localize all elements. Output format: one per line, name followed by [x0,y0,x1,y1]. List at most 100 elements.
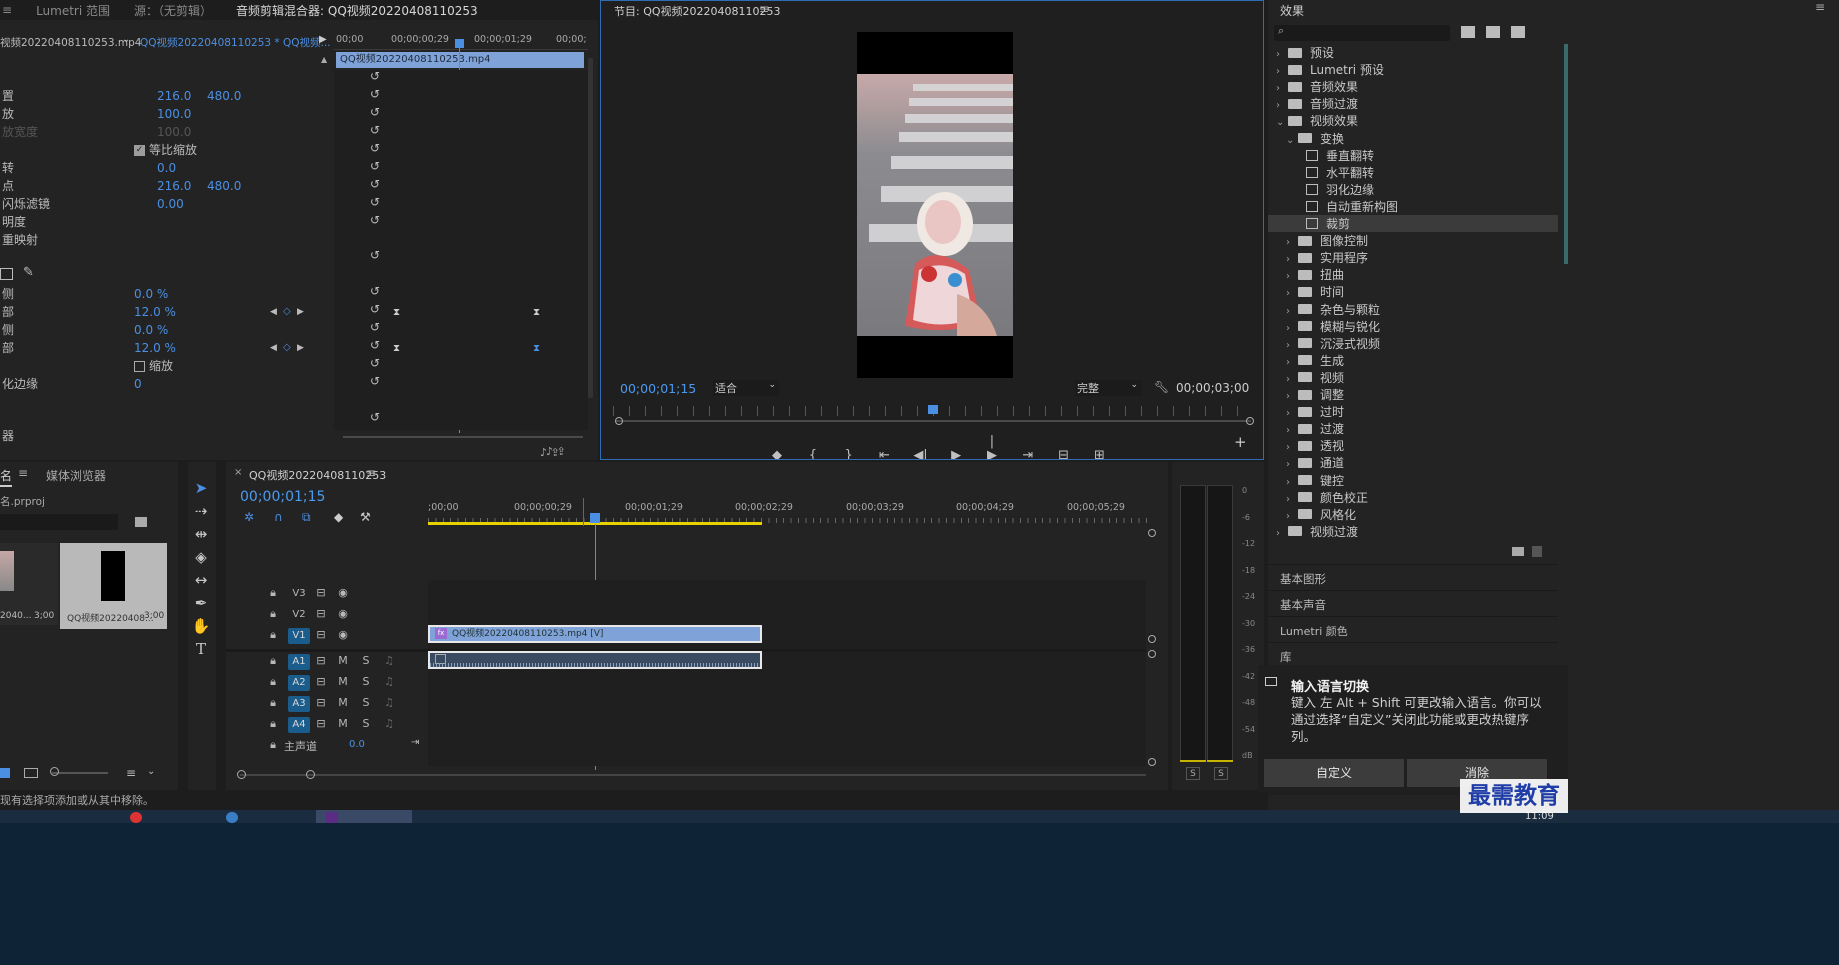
keyframe-marker[interactable]: ⧗ [393,343,400,354]
mute-button[interactable]: M [336,675,350,689]
add-keyframe-icon[interactable]: ◇ [283,302,291,322]
timeline-v-scroll-bottom[interactable] [1148,758,1156,766]
sync-lock-icon[interactable]: ⊟ [314,607,328,621]
track-select-icon[interactable]: ⇢ [188,500,214,522]
zoom-bar[interactable] [616,420,1251,422]
quality-dropdown[interactable]: 完整 ⌄ [1075,380,1141,396]
razor-icon[interactable]: ◈ [188,546,214,568]
keyframe-marker[interactable]: ⧗ [393,307,400,318]
tab-lumetri-scopes[interactable]: Lumetri 范围 [36,2,110,19]
ec-footer-tools[interactable]: ♪ ⇪ [546,445,566,458]
taskbar-app-blue[interactable] [226,812,238,823]
timeline-v-scroll-mid2[interactable] [1148,650,1156,658]
timeline-ruler[interactable]: ;00;00 00;00;00;29 00;00;01;29 00;00;02;… [428,498,1148,525]
effect-folder[interactable]: › 过时 [1268,403,1558,420]
value[interactable]: 100.0 [157,104,191,124]
track-target-a2[interactable]: A2 [288,675,310,691]
effect-folder[interactable]: › 过渡 [1268,420,1558,437]
timeline-v-scroll-top[interactable] [1148,529,1156,537]
track-target-v2[interactable]: V2 [288,607,310,623]
track-target-a3[interactable]: A3 [288,696,310,712]
effect-folder[interactable]: › 视频 [1268,369,1558,386]
next-keyframe-icon[interactable]: ▶ [297,302,304,322]
ec-clip-bar[interactable]: QQ视频20220408110253.mp4 [336,52,584,68]
master-value[interactable]: 0.0 [349,739,365,750]
mute-button[interactable]: M [336,696,350,710]
sort-icon[interactable]: ≡ [126,766,136,780]
effect-folder[interactable]: › 风格化 [1268,506,1558,523]
linked-select-icon[interactable]: ⧉ [302,510,311,525]
effect-folder[interactable]: › 生成 [1268,352,1558,369]
new-bin-icon[interactable] [1512,547,1524,556]
effect-folder[interactable]: › 时间 [1268,283,1558,300]
effect-folder[interactable]: › 杂色与颗粒 [1268,301,1558,318]
effect-folder[interactable]: › 音频效果 [1268,78,1558,95]
timeline-v-scroll-mid[interactable] [1148,635,1156,643]
step-back-icon[interactable]: ◀| [913,449,927,460]
play-icon[interactable]: ▶ [949,449,963,460]
effect-folder[interactable]: › 透视 [1268,437,1558,454]
reset-icon[interactable]: ↺ [370,284,384,298]
program-playhead[interactable] [928,405,938,414]
effect-folder[interactable]: › 通道 [1268,454,1558,471]
reset-icon[interactable]: ↺ [370,248,384,262]
solo-right-button[interactable]: S [1214,767,1228,780]
tab-audio-clip-mixer[interactable]: 音频剪辑混合器: QQ视频20220408110253 [236,2,478,19]
eye-icon[interactable]: ◉ [336,586,350,600]
lock-icon[interactable]: 🔒︎ [266,607,280,621]
value[interactable]: 480.0 [207,176,241,196]
solo-left-button[interactable]: S [1186,767,1200,780]
effect-folder[interactable]: ⌄ 变换 [1268,130,1558,147]
project-search-input[interactable] [0,514,118,530]
effect-item[interactable]: 裁剪 [1268,215,1558,232]
yuv-icon[interactable] [1511,26,1525,38]
icon-view-icon[interactable] [24,768,38,778]
playhead-marker[interactable] [455,39,464,48]
reset-icon[interactable]: ↺ [370,105,384,119]
video-frame[interactable] [857,32,1013,378]
zoom-slider[interactable] [52,772,108,774]
value[interactable]: 12.0 % [134,302,176,322]
reset-icon[interactable]: ↺ [370,159,384,173]
eye-icon[interactable]: ◉ [336,607,350,621]
accelerated-icon[interactable] [1461,26,1475,38]
solo-button[interactable]: S [359,717,373,731]
reset-icon[interactable]: ↺ [370,410,384,424]
menu-icon[interactable]: ≡ [2,3,12,17]
slip-icon[interactable]: ↔ [188,569,214,591]
chevron-right-icon[interactable]: › [1276,525,1288,542]
nest-icon[interactable]: ✲ [244,510,254,524]
ime-custom-button[interactable]: 自定义 [1264,759,1404,787]
timeline-h-scroll[interactable] [240,774,1146,776]
add-button-icon[interactable]: + [1234,433,1247,451]
reset-icon[interactable]: ↺ [370,302,384,316]
effect-item[interactable]: 羽化边缘 [1268,181,1558,198]
effect-folder[interactable]: › 预设 [1268,44,1558,61]
timeline-h-handle-right[interactable] [306,770,315,779]
effects-search-input[interactable]: ⌕ [1274,24,1450,41]
solo-button[interactable]: S [359,654,373,668]
menu-icon[interactable]: ≡ [1815,0,1825,14]
close-icon[interactable]: × [234,467,242,478]
taskbar-app-red[interactable] [130,812,142,823]
chevron-down-icon[interactable]: ⌄ [122,34,130,45]
ec-h-scroll[interactable] [343,436,583,438]
reset-icon[interactable]: ↺ [370,356,384,370]
value[interactable]: 0.0 % [134,284,168,304]
pen-icon[interactable]: ✎ [23,265,34,280]
lock-icon[interactable]: 🔒︎ [266,738,280,752]
lock-icon[interactable]: 🔒︎ [266,586,280,600]
step-forward-icon[interactable]: |▶ [985,435,999,460]
taskbar-app-purple[interactable] [326,812,338,823]
ripple-edit-icon[interactable]: ⇹ [188,523,214,545]
audio-clip[interactable] [428,651,762,669]
mark-out-icon[interactable]: } [842,449,856,460]
value[interactable]: 480.0 [207,86,241,106]
keyframe-marker[interactable]: ⧗ [533,307,540,318]
track-target-a4[interactable]: A4 [288,717,310,733]
menu-icon[interactable]: ≡ [18,466,28,480]
effect-item[interactable]: 垂直翻转 [1268,147,1558,164]
track-target-v1[interactable]: V1 [288,628,310,644]
ec-v-scroll[interactable] [588,58,593,398]
menu-icon[interactable]: ≡ [366,466,376,480]
